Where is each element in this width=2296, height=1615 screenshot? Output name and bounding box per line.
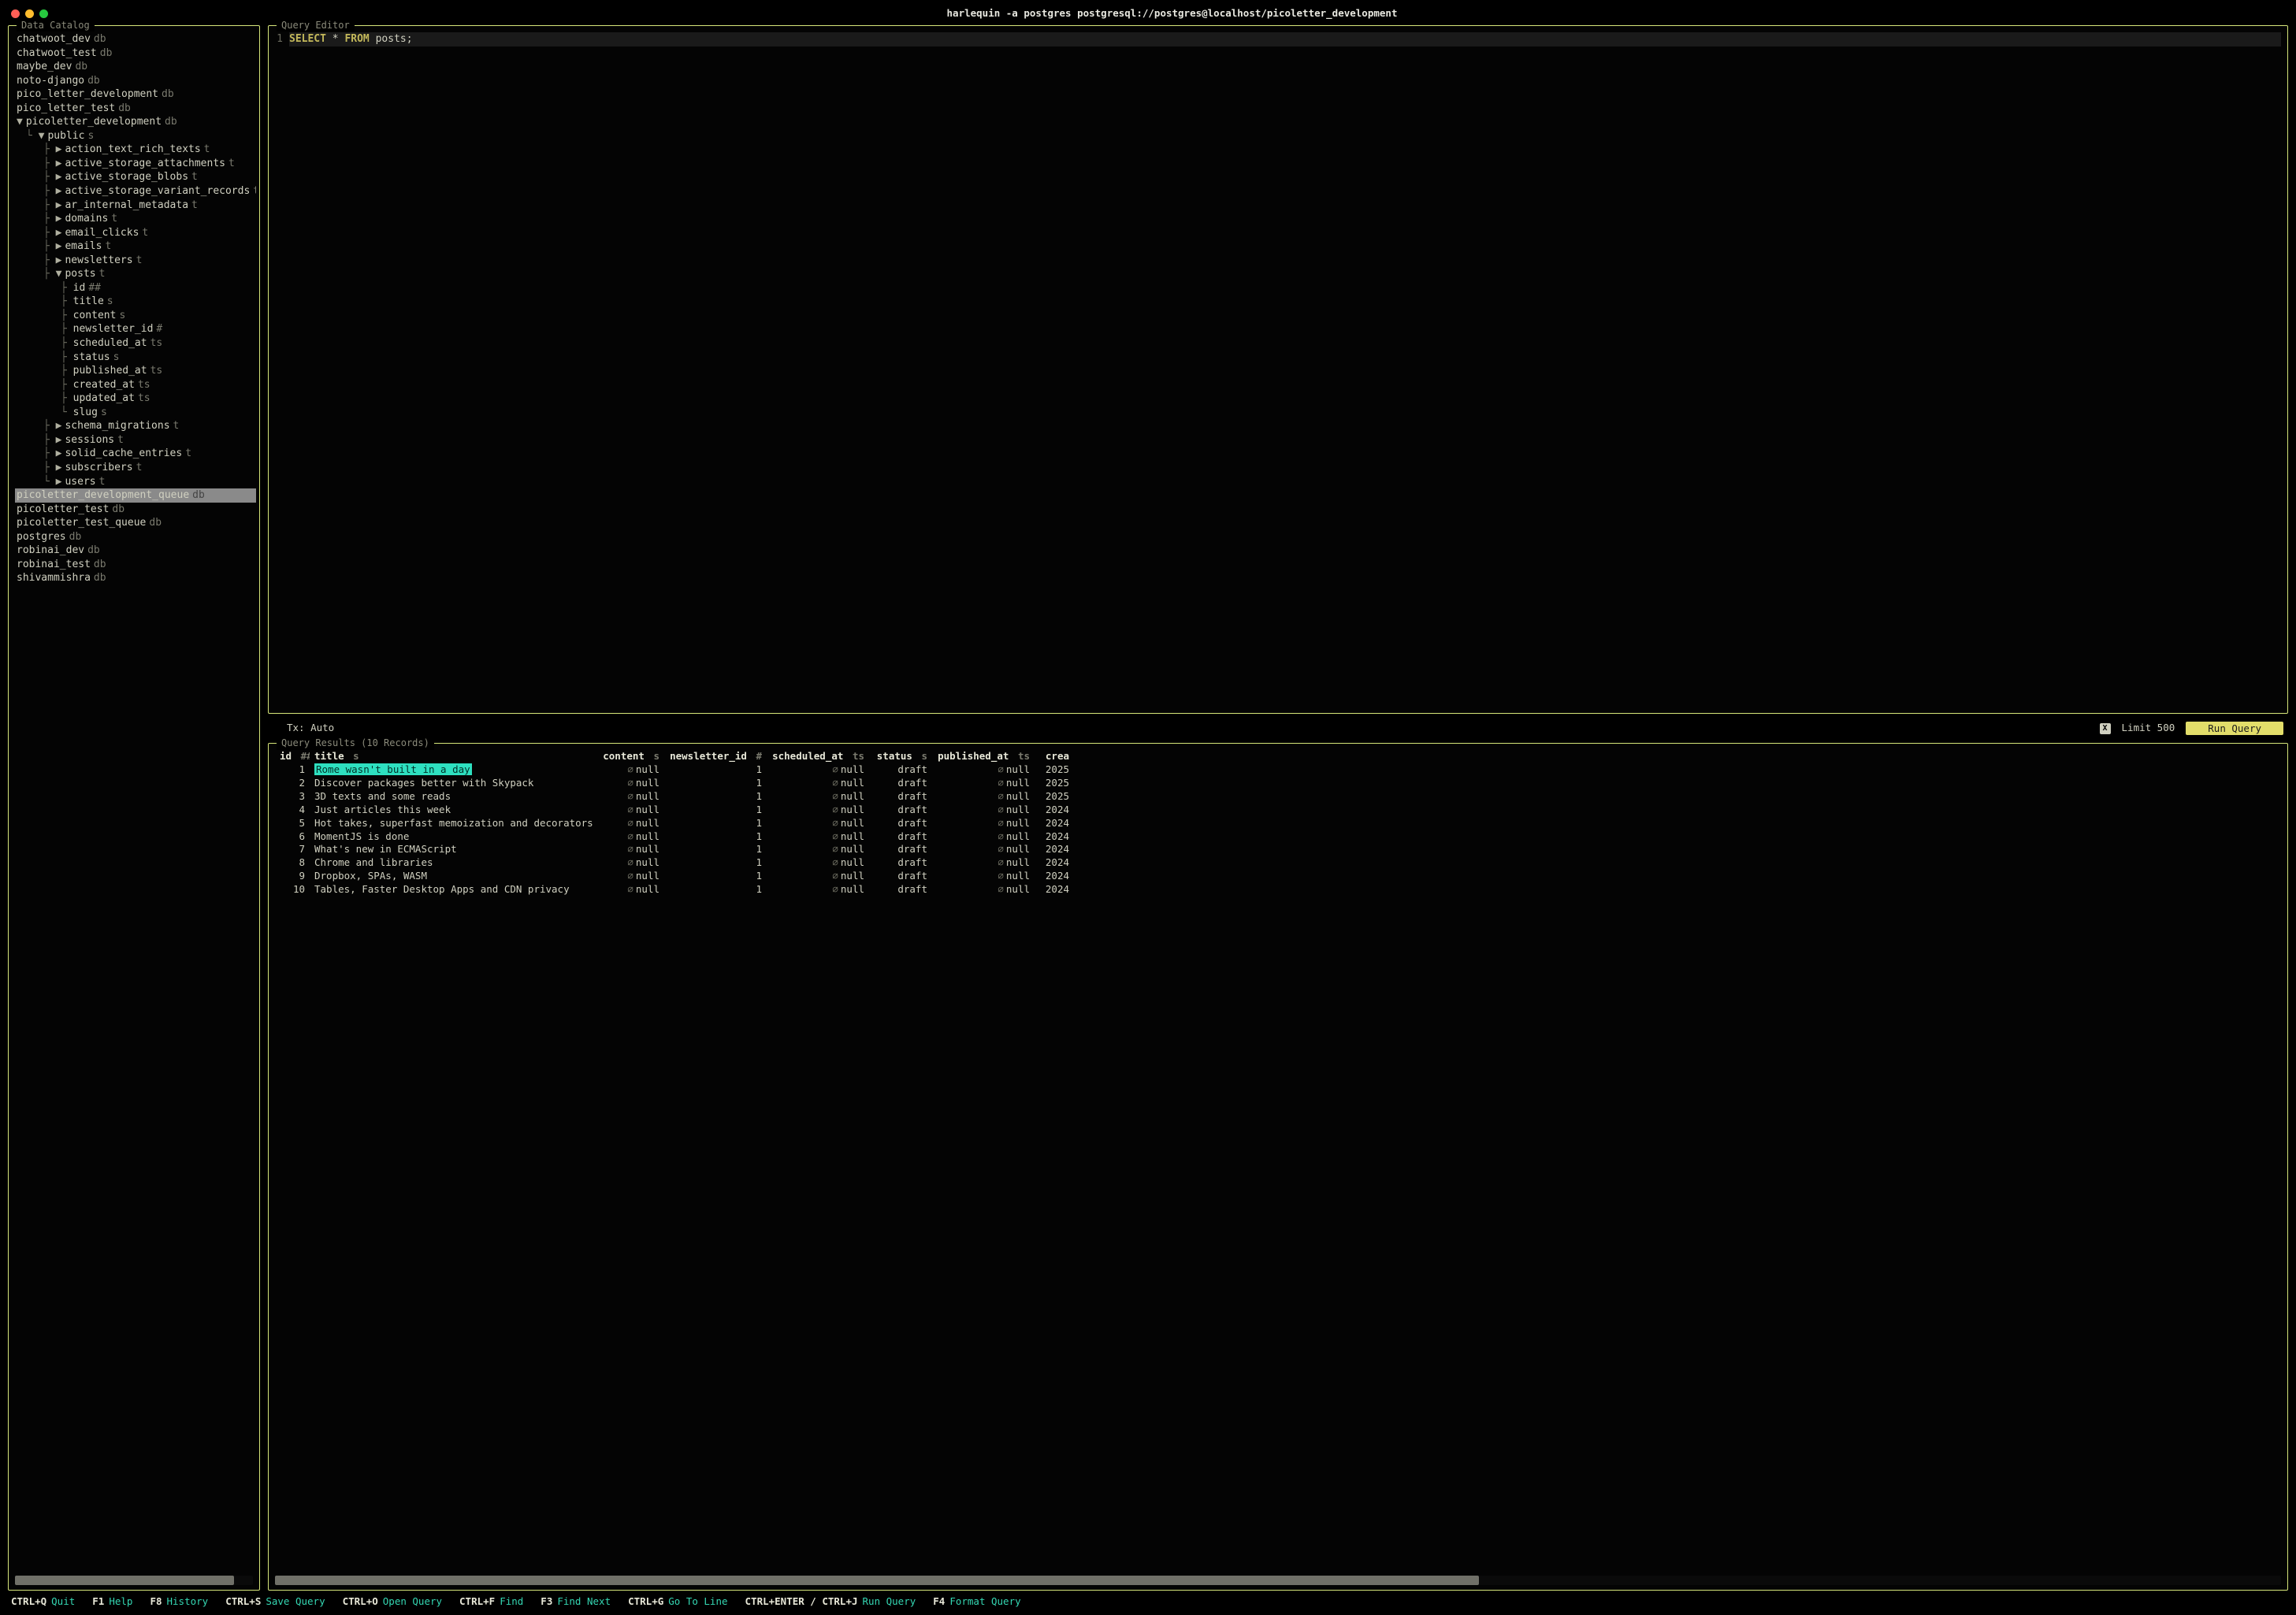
- footer-action[interactable]: Quit: [51, 1595, 75, 1609]
- column-item[interactable]: ├ id##: [15, 281, 256, 295]
- data-catalog-panel[interactable]: Data Catalog chatwoot_devdbchatwoot_test…: [8, 25, 260, 1591]
- db-item[interactable]: robinai_devdb: [15, 544, 256, 558]
- db-item[interactable]: noto-djangodb: [15, 74, 256, 88]
- table-item[interactable]: ├ ▶email_clickst: [15, 226, 256, 240]
- table-item[interactable]: ├ ▶domainst: [15, 212, 256, 226]
- footer-help: CTRL+Q Quit F1 Help F8 History CTRL+S Save Quer…: [5, 1591, 2291, 1615]
- close-icon[interactable]: [11, 9, 20, 18]
- footer-key: F1: [92, 1595, 104, 1609]
- editor-gutter: 1: [275, 32, 289, 708]
- table-row[interactable]: 7What's new in ECMAScript∅null1∅nulldraf…: [272, 843, 2284, 856]
- db-item[interactable]: chatwoot_devdb: [15, 32, 256, 46]
- table-item[interactable]: ├ ▶subscriberst: [15, 461, 256, 475]
- footer-action[interactable]: Save Query: [266, 1595, 325, 1609]
- limit-checkbox[interactable]: X: [2100, 723, 2111, 734]
- table-item[interactable]: ├ ▶schema_migrationst: [15, 419, 256, 433]
- table-row[interactable]: 6MomentJS is done∅null1∅nulldraft∅null20…: [272, 830, 2284, 844]
- db-item[interactable]: shivammishradb: [15, 571, 256, 585]
- table-item[interactable]: ├ ▶active_storage_variant_recordst: [15, 184, 256, 199]
- results-scrollbar[interactable]: [275, 1576, 2281, 1585]
- panel-label-editor: Query Editor: [277, 19, 355, 32]
- footer-key: F8: [150, 1595, 162, 1609]
- table-row[interactable]: 33D texts and some reads∅null1∅nulldraft…: [272, 790, 2284, 804]
- table-row[interactable]: 10Tables, Faster Desktop Apps and CDN pr…: [272, 883, 2284, 897]
- footer-key: CTRL+O: [343, 1595, 378, 1609]
- table-item-open[interactable]: ├ ▼postst: [15, 267, 256, 281]
- db-item[interactable]: postgresdb: [15, 530, 256, 544]
- catalog-scrollbar[interactable]: [15, 1576, 253, 1585]
- footer-key: CTRL+Q: [11, 1595, 46, 1609]
- table-item[interactable]: ├ ▶active_storage_attachmentst: [15, 157, 256, 171]
- fullscreen-icon[interactable]: [39, 9, 48, 18]
- footer-action[interactable]: Run Query: [863, 1595, 916, 1609]
- db-item[interactable]: robinai_testdb: [15, 558, 256, 572]
- db-item[interactable]: pico_letter_testdb: [15, 102, 256, 116]
- db-item[interactable]: picoletter_testdb: [15, 503, 256, 517]
- results-header: id ##title scontent snewsletter_id #sche…: [272, 750, 2284, 763]
- footer-key: CTRL+F: [459, 1595, 495, 1609]
- footer-action[interactable]: Help: [109, 1595, 132, 1609]
- db-item[interactable]: maybe_devdb: [15, 60, 256, 74]
- footer-action[interactable]: History: [167, 1595, 209, 1609]
- limit-label: Limit 500: [2122, 722, 2175, 735]
- table-item[interactable]: ├ ▶active_storage_blobst: [15, 170, 256, 184]
- query-results-panel[interactable]: Query Results (10 Records) id ##title sc…: [268, 743, 2288, 1591]
- column-item[interactable]: ├ scheduled_atts: [15, 336, 256, 351]
- footer-action[interactable]: Format Query: [949, 1595, 1020, 1609]
- column-item[interactable]: ├ updated_atts: [15, 392, 256, 406]
- panel-label-catalog: Data Catalog: [17, 19, 95, 32]
- table-item[interactable]: └ ▶userst: [15, 475, 256, 489]
- db-item[interactable]: picoletter_test_queuedb: [15, 516, 256, 530]
- tx-status: Tx: Auto: [287, 722, 334, 735]
- window-title: harlequin -a postgres postgresql://postg…: [59, 7, 2285, 20]
- column-item[interactable]: ├ created_atts: [15, 378, 256, 392]
- panel-label-results: Query Results (10 Records): [277, 737, 434, 749]
- table-item[interactable]: ├ ▶ar_internal_metadatat: [15, 199, 256, 213]
- column-item[interactable]: ├ published_atts: [15, 364, 256, 378]
- table-row[interactable]: 5Hot takes, superfast memoization and de…: [272, 817, 2284, 830]
- column-item[interactable]: └ slugs: [15, 406, 256, 420]
- table-row[interactable]: 2Discover packages better with Skypack∅n…: [272, 777, 2284, 790]
- schema-item[interactable]: └ ▼publics: [15, 129, 256, 143]
- editor-code[interactable]: SELECT * FROM posts;: [289, 32, 2281, 708]
- table-item[interactable]: ├ ▶emailst: [15, 239, 256, 254]
- footer-key: CTRL+G: [628, 1595, 663, 1609]
- footer-action[interactable]: Find Next: [557, 1595, 611, 1609]
- footer-key: CTRL+S: [225, 1595, 261, 1609]
- db-item[interactable]: pico_letter_developmentdb: [15, 87, 256, 102]
- footer-key: CTRL+ENTER / CTRL+J: [745, 1595, 858, 1609]
- table-row[interactable]: 8Chrome and libraries∅null1∅nulldraft∅nu…: [272, 856, 2284, 870]
- table-row[interactable]: 9Dropbox, SPAs, WASM∅null1∅nulldraft∅nul…: [272, 870, 2284, 883]
- editor-meta-row: Tx: Auto X Limit 500 Run Query: [268, 722, 2288, 735]
- query-editor-panel[interactable]: Query Editor 1 SELECT * FROM posts;: [268, 25, 2288, 714]
- table-row[interactable]: 4Just articles this week∅null1∅nulldraft…: [272, 804, 2284, 817]
- table-item[interactable]: ├ ▶action_text_rich_textst: [15, 143, 256, 157]
- table-item[interactable]: ├ ▶newsletterst: [15, 254, 256, 268]
- column-item[interactable]: ├ titles: [15, 295, 256, 309]
- db-item-open[interactable]: ▼picoletter_developmentdb: [15, 115, 256, 129]
- footer-action[interactable]: Open Query: [383, 1595, 442, 1609]
- footer-action[interactable]: Go To Line: [668, 1595, 727, 1609]
- footer-key: F4: [933, 1595, 945, 1609]
- column-item[interactable]: ├ statuss: [15, 351, 256, 365]
- footer-action[interactable]: Find: [500, 1595, 523, 1609]
- table-row[interactable]: 1Rome wasn't built in a day∅null1∅nulldr…: [272, 763, 2284, 777]
- footer-key: F3: [541, 1595, 552, 1609]
- table-item[interactable]: ├ ▶solid_cache_entriest: [15, 447, 256, 461]
- run-query-button[interactable]: Run Query: [2186, 722, 2283, 735]
- column-item[interactable]: ├ newsletter_id#: [15, 322, 256, 336]
- db-item-selected[interactable]: picoletter_development_queuedb: [15, 488, 256, 503]
- db-item[interactable]: chatwoot_testdb: [15, 46, 256, 61]
- column-item[interactable]: ├ contents: [15, 309, 256, 323]
- table-item[interactable]: ├ ▶sessionst: [15, 433, 256, 447]
- minimize-icon[interactable]: [25, 9, 34, 18]
